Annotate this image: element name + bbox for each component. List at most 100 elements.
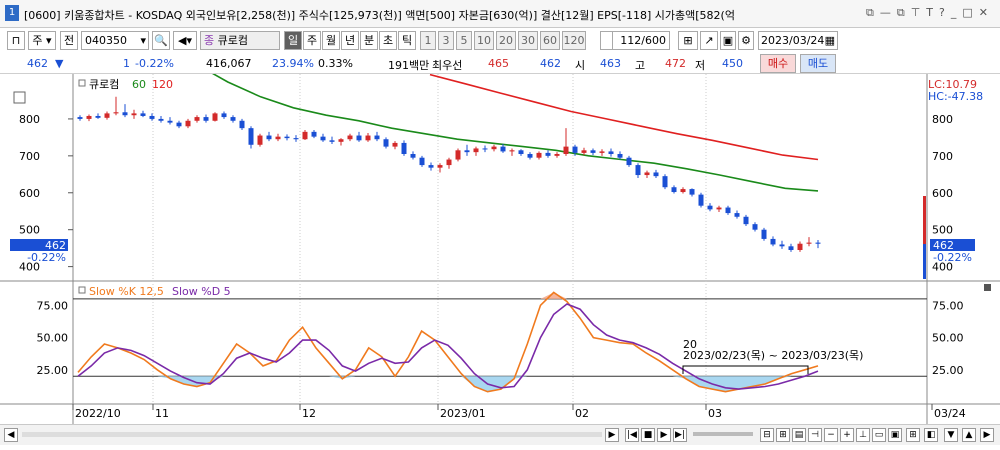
candle-body [599,151,605,153]
panel-expand-icon[interactable]: ▶ [980,428,994,442]
settings-icon[interactable]: ⚙ [738,31,754,50]
count-input[interactable]: 112/600 [612,31,670,50]
annotation-range: 2023/02/23(목) ~ 2023/03/23(목) [683,349,863,362]
candle-body [653,172,659,177]
minimize-icon[interactable]: — [880,6,897,19]
crosshair-icon[interactable]: ⊣ [808,428,822,442]
stoch-ytick-left: 50.00 [37,332,69,345]
minute-1[interactable]: 1 [420,31,436,50]
legend-ma60: 60 [132,78,146,91]
candle-body [482,148,488,150]
tool-icon-4[interactable]: ⊥ [856,428,870,442]
dropdown-icon[interactable]: ▾ [140,32,146,49]
stoch-ytick-right: 25.00 [932,364,964,377]
high-price: 472 [665,57,686,70]
restore-icon[interactable]: ⧉ [866,6,880,20]
tool-icon-8[interactable]: ◧ [924,428,938,442]
candle-body [293,138,299,140]
buy-button[interactable]: 매수 [760,54,796,73]
window-buttons: ⧉—⧉⊤T?_□✕ [866,6,994,20]
price-ytick-right: 600 [932,187,953,200]
candle-body [374,135,380,140]
tool-icon-1[interactable]: ⊟ [760,428,774,442]
max-icon[interactable]: □ [962,6,978,19]
stop-icon[interactable]: ■ [641,428,655,442]
compare-icon[interactable]: ⊞ [678,31,698,50]
candle-body [392,142,398,147]
tool-icon-7[interactable]: ⊞ [906,428,920,442]
copy-window-icon[interactable]: ⧉ [897,6,911,20]
minute-120[interactable]: 120 [562,31,586,50]
period-week[interactable]: 주 [303,31,321,50]
sound-icon[interactable]: ◀▾ [173,31,197,50]
minute-5[interactable]: 5 [456,31,472,50]
period-tick[interactable]: 틱 [398,31,416,50]
calendar-icon[interactable]: ▦ [825,32,835,49]
minute-60[interactable]: 60 [540,31,560,50]
draw-icon[interactable]: ↗ [700,31,718,50]
first-icon[interactable]: |◀ [625,428,639,442]
minute-10[interactable]: 10 [474,31,494,50]
market-toggle[interactable]: 전 [60,31,78,50]
help-icon[interactable]: ? [939,6,951,19]
grid-table-icon[interactable] [13,91,26,104]
period-minute[interactable]: 분 [360,31,378,50]
scroll-track[interactable] [22,432,602,437]
stock-code-input[interactable]: 040350 ▾ [81,31,149,50]
zoom-slider[interactable] [693,432,753,436]
candle-body [140,113,146,116]
pin-icon[interactable]: ⊤ [911,6,927,19]
chart-area[interactable]: 400 400 500 500 600 600 700 700 800 800 25.00 25.0… [0,62,1000,450]
tool-icon-6[interactable]: ▣ [888,428,902,442]
text-icon[interactable]: T [926,6,939,19]
type-select[interactable]: 주 ▾ [28,31,56,50]
chart-svg[interactable]: 400 400500 500600 600700 700800 800 25.00 25.0… [0,62,1000,424]
save-icon[interactable]: ▣ [720,31,736,50]
candle-body [617,154,623,158]
min-icon[interactable]: _ [951,6,963,19]
tool-icon-5[interactable]: ▭ [872,428,886,442]
panel-down-icon[interactable]: ▼ [944,428,958,442]
stock-name-field[interactable]: 종 큐로컴 [200,31,280,50]
period-year[interactable]: 년 [341,31,359,50]
sell-button[interactable]: 매도 [800,54,836,73]
candle-body [806,242,812,244]
candle-body [527,154,533,158]
search-icon[interactable]: 🔍 [152,31,170,50]
x-axis-label: 02 [575,407,589,420]
tool-icon-3[interactable]: ▤ [792,428,806,442]
scroll-left-icon[interactable]: ◀ [4,428,18,442]
period-second[interactable]: 초 [379,31,397,50]
stoch-panel-control-icon[interactable] [984,284,991,291]
open-price: 463 [600,57,621,70]
last-icon[interactable]: ▶| [673,428,687,442]
minute-20[interactable]: 20 [496,31,516,50]
candle-body [464,150,470,153]
layout-icon[interactable]: ⊓ [7,31,25,50]
date-input[interactable]: 2023/03/24 ▦ [758,31,838,50]
title-bar: 1 [0600] 키움종합차트 - KOSDAQ 외국인보유[2,258(천)]… [0,0,1000,28]
candle-body [428,165,434,168]
stock-badge-icon: 종 [204,34,215,47]
zoom-in-icon[interactable]: + [840,428,854,442]
play-icon[interactable]: ▶ [657,428,671,442]
legend-box-icon[interactable] [78,79,86,87]
candle-body [761,229,767,239]
panel-up-icon[interactable]: ▲ [962,428,976,442]
price-ytick-left: 500 [19,224,40,237]
minute-30[interactable]: 30 [518,31,538,50]
period-month[interactable]: 월 [322,31,340,50]
close-icon[interactable]: ✕ [979,6,994,19]
candle-body [716,207,722,210]
candle-body [176,122,182,127]
scroll-right-icon[interactable]: ▶ [605,428,619,442]
candle-body [572,146,578,153]
candle-body [518,150,524,154]
stoch-legend-box-icon[interactable] [78,286,86,294]
minute-3[interactable]: 3 [438,31,454,50]
tool-icon-2[interactable]: ⊞ [776,428,790,442]
zoom-out-icon[interactable]: − [824,428,838,442]
period-day[interactable]: 일 [284,31,302,50]
best-bid: 462 [540,57,561,70]
candle-body [680,189,686,193]
